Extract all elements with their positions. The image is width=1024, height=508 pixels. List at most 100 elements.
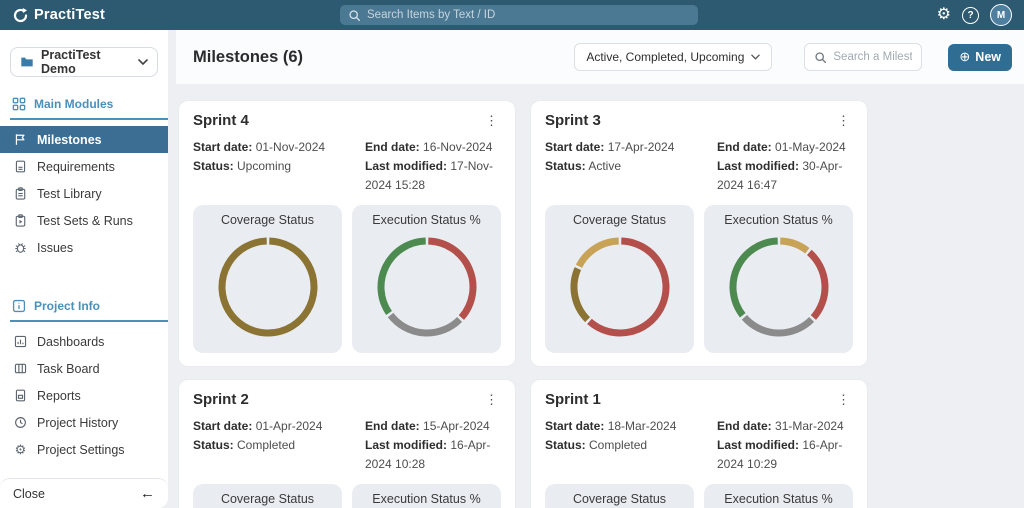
sidebar-item-reports[interactable]: Reports [0, 382, 168, 409]
section-main-modules: Main Modules [10, 91, 168, 120]
milestone-card-sprint-2[interactable]: Sprint 2 ⋮ Start date: 01-Apr-2024 End d… [178, 379, 516, 508]
chart-title: Coverage Status [573, 492, 666, 506]
user-avatar[interactable]: M [990, 4, 1012, 26]
sidebar-item-test-library[interactable]: Test Library [0, 180, 168, 207]
donut-chart [368, 228, 486, 346]
end-date-value: 15-Apr-2024 [423, 419, 490, 433]
chart-title: Coverage Status [221, 213, 314, 227]
status-filter-dropdown[interactable]: Active, Completed, Upcoming [574, 43, 772, 71]
section-label: Main Modules [34, 97, 113, 111]
start-date-label: Start date: [545, 140, 604, 154]
top-bar: PractiTest ⚙ ? M [0, 0, 1024, 30]
start-date-value: 17-Apr-2024 [608, 140, 675, 154]
status-value: Completed [237, 438, 295, 452]
practitest-logo[interactable]: PractiTest [12, 7, 105, 24]
gear-icon: ⚙ [13, 443, 28, 456]
chart-title: Coverage Status [573, 213, 666, 227]
sidebar-item-label: Milestones [37, 133, 102, 147]
clipboard-icon [13, 187, 28, 200]
topbar-actions: ⚙ ? M [937, 4, 1012, 26]
coverage-status-chart: Coverage Status [545, 484, 694, 508]
kebab-menu-icon[interactable]: ⋮ [482, 113, 501, 129]
sidebar-item-requirements[interactable]: Requirements [0, 153, 168, 180]
coverage-status-chart: Coverage Status [193, 484, 342, 508]
chart-title: Coverage Status [221, 492, 314, 506]
execution-status-chart: Execution Status % [704, 484, 853, 508]
project-selector[interactable]: PractiTest Demo [10, 47, 158, 77]
sidebar-item-label: Test Sets & Runs [37, 214, 133, 228]
kebab-menu-icon[interactable]: ⋮ [482, 392, 501, 408]
chart-title: Execution Status % [372, 492, 480, 506]
main-modules-nav: Milestones Requirements Test Library Tes… [0, 126, 168, 261]
practitest-swirl-icon [12, 7, 29, 24]
coverage-status-chart: Coverage Status [193, 205, 342, 353]
new-button-label: New [975, 50, 1001, 64]
milestone-search-input[interactable] [833, 51, 912, 63]
section-label: Project Info [34, 299, 100, 313]
last-modified-label: Last modified: [365, 159, 447, 173]
sidebar-item-label: Dashboards [37, 335, 104, 349]
global-search[interactable] [340, 5, 698, 25]
start-date-label: Start date: [545, 419, 604, 433]
milestone-title: Sprint 4 [193, 112, 249, 129]
milestone-title: Sprint 2 [193, 391, 249, 408]
end-date-value: 01-May-2024 [775, 140, 846, 154]
flag-icon [13, 133, 28, 146]
page-header: Milestones (6) Active, Completed, Upcomi… [176, 30, 1024, 84]
milestone-search[interactable] [804, 43, 922, 71]
end-date-value: 16-Nov-2024 [423, 140, 492, 154]
sidebar-item-test-sets-runs[interactable]: Test Sets & Runs [0, 207, 168, 234]
sidebar: PractiTest Demo Main Modules Milestones [0, 30, 168, 508]
plus-circle-icon: ⊕ [959, 49, 970, 65]
global-search-input[interactable] [367, 9, 690, 21]
sidebar-item-project-settings[interactable]: ⚙ Project Settings [0, 436, 168, 463]
search-icon [814, 51, 827, 64]
donut-chart [561, 228, 679, 346]
report-icon [13, 389, 28, 402]
dashboard-icon [13, 335, 28, 348]
sidebar-item-label: Project History [37, 416, 118, 430]
sidebar-item-milestones[interactable]: Milestones [0, 126, 168, 153]
search-icon [348, 9, 361, 22]
status-value: Active [588, 159, 621, 173]
document-icon [13, 160, 28, 173]
kebab-menu-icon[interactable]: ⋮ [834, 113, 853, 129]
kebab-menu-icon[interactable]: ⋮ [834, 392, 853, 408]
filter-label: Active, Completed, Upcoming [586, 50, 744, 64]
status-label: Status: [193, 438, 234, 452]
status-label: Status: [193, 159, 234, 173]
sidebar-item-issues[interactable]: Issues [0, 234, 168, 261]
sidebar-item-dashboards[interactable]: Dashboards [0, 328, 168, 355]
milestone-title: Sprint 1 [545, 391, 601, 408]
status-value: Upcoming [237, 159, 291, 173]
history-clock-icon [13, 416, 28, 429]
last-modified-label: Last modified: [717, 438, 799, 452]
milestone-title: Sprint 3 [545, 112, 601, 129]
settings-gear-icon[interactable]: ⚙ [937, 7, 951, 23]
milestone-details: Start date: 18-Mar-2024 End date: 31-Mar… [545, 417, 853, 474]
milestone-card-sprint-4[interactable]: Sprint 4 ⋮ Start date: 01-Nov-2024 End d… [178, 100, 516, 367]
last-modified-label: Last modified: [717, 159, 799, 173]
clipboard-play-icon [13, 214, 28, 227]
donut-chart [209, 228, 327, 346]
milestone-card-sprint-1[interactable]: Sprint 1 ⋮ Start date: 18-Mar-2024 End d… [530, 379, 868, 508]
sidebar-item-project-history[interactable]: Project History [0, 409, 168, 436]
execution-status-chart: Execution Status % [352, 484, 501, 508]
execution-status-chart: Execution Status % [704, 205, 853, 353]
help-icon[interactable]: ? [962, 7, 979, 24]
last-modified-label: Last modified: [365, 438, 447, 452]
section-project-info: Project Info [10, 293, 168, 322]
milestone-card-sprint-3[interactable]: Sprint 3 ⋮ Start date: 17-Apr-2024 End d… [530, 100, 868, 367]
sidebar-collapse-button[interactable]: Close ← [0, 478, 168, 508]
header-controls: Active, Completed, Upcoming ⊕ New [574, 43, 1014, 71]
start-date-value: 18-Mar-2024 [608, 419, 677, 433]
board-icon [13, 362, 28, 375]
close-label: Close [13, 487, 45, 501]
start-date-label: Start date: [193, 419, 252, 433]
new-milestone-button[interactable]: ⊕ New [948, 44, 1012, 71]
start-date-value: 01-Nov-2024 [256, 140, 325, 154]
page-title: Milestones (6) [193, 48, 303, 67]
sidebar-item-task-board[interactable]: Task Board [0, 355, 168, 382]
project-info-nav: Dashboards Task Board Reports Project Hi… [0, 328, 168, 463]
folder-icon [20, 55, 34, 69]
